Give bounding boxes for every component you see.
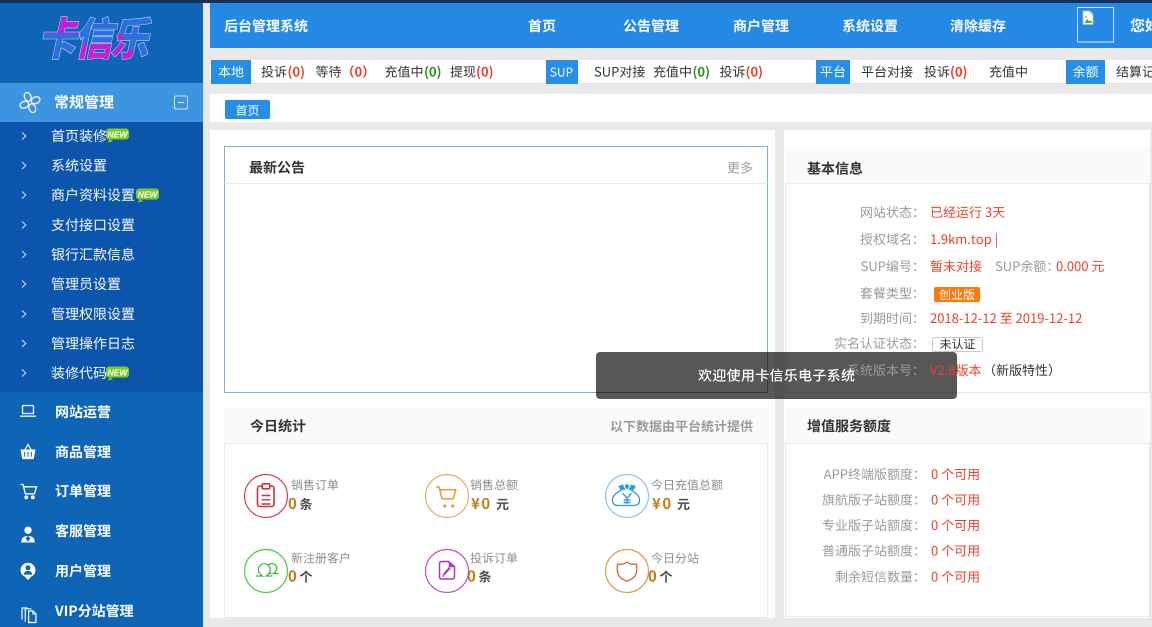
svg-text:NEW: NEW	[138, 189, 159, 199]
svg-text:NEW: NEW	[108, 367, 129, 377]
svg-text:NEW: NEW	[108, 129, 129, 139]
